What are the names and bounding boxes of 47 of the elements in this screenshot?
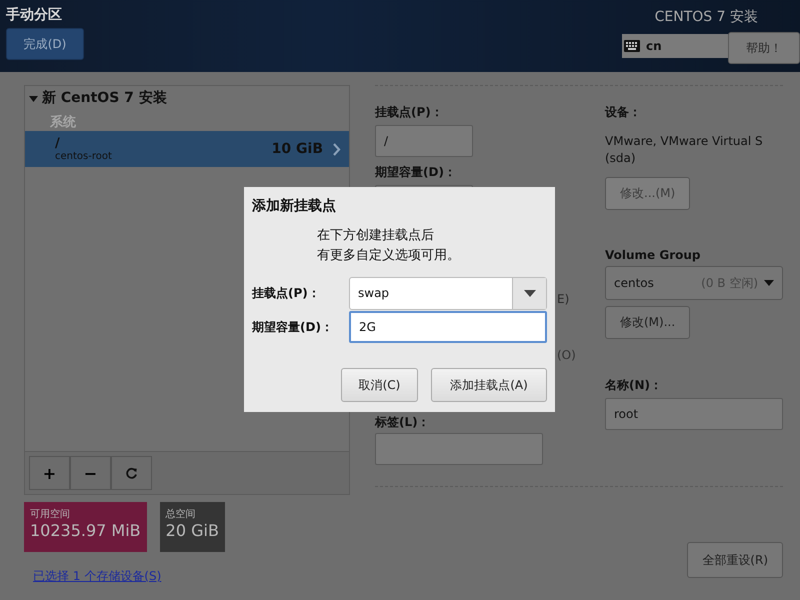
field-label: 期望容量(D)： bbox=[252, 318, 334, 336]
field-label: 标签(L)： bbox=[375, 414, 430, 431]
device-text: (sda) bbox=[605, 150, 637, 167]
option-fragment: E) bbox=[557, 292, 570, 306]
dialog-message: 在下方创建挂载点后 bbox=[317, 227, 435, 245]
cancel-button[interactable]: 取消(C) bbox=[341, 368, 418, 402]
space-value: 20 GiB bbox=[166, 521, 219, 540]
modify-volume-group-button[interactable]: 修改(M)... bbox=[605, 306, 690, 339]
mount-point-combo[interactable]: swap bbox=[349, 276, 547, 310]
name-field[interactable]: root bbox=[605, 398, 783, 430]
field-label: 设备： bbox=[605, 104, 641, 121]
space-label: 可用空间 bbox=[30, 508, 71, 521]
chevron-icon bbox=[333, 142, 341, 156]
refresh-icon bbox=[125, 466, 138, 480]
device-text: VMware, VMware Virtual S bbox=[605, 133, 763, 150]
field-label: 挂载点(P)： bbox=[375, 104, 443, 121]
mount-point: / bbox=[55, 136, 61, 151]
refresh-button[interactable] bbox=[111, 456, 152, 490]
add-mount-point-button[interactable]: 添加挂载点(A) bbox=[431, 368, 547, 402]
page-title: 手动分区 bbox=[6, 6, 63, 24]
option-fragment: (O) bbox=[557, 348, 576, 362]
field-label: 名称(N)： bbox=[605, 377, 662, 394]
label-field[interactable] bbox=[375, 433, 543, 465]
expanded-icon bbox=[29, 96, 38, 102]
reset-all-button[interactable]: 全部重设(R) bbox=[687, 542, 783, 578]
dialog-message: 有更多自定义选项可用。 bbox=[317, 247, 461, 265]
done-button[interactable]: 完成(D) bbox=[6, 28, 84, 60]
dialog-title: 添加新挂载点 bbox=[252, 197, 337, 215]
keyboard-layout-field[interactable]: cn bbox=[622, 34, 728, 58]
capacity-field[interactable]: 2G bbox=[348, 311, 547, 343]
remove-button[interactable]: − bbox=[70, 456, 111, 490]
dropdown-arrow-icon bbox=[524, 290, 536, 296]
tree-expander[interactable]: 新 CentOS 7 安装 bbox=[25, 86, 349, 110]
add-button[interactable]: + bbox=[29, 456, 70, 490]
field-label: Volume Group bbox=[605, 248, 700, 262]
field-label: 挂载点(P)： bbox=[252, 284, 321, 302]
device-name: centos-root bbox=[55, 151, 113, 162]
dropdown-arrow-icon bbox=[764, 280, 774, 286]
storage-device-link[interactable]: 已选择 1 个存储设备(S) bbox=[33, 568, 162, 585]
partition-size: 10 GiB bbox=[272, 141, 323, 157]
field-label: 期望容量(D)： bbox=[375, 164, 456, 181]
space-label: 总空间 bbox=[166, 508, 197, 521]
keyboard-icon bbox=[624, 40, 640, 52]
product-title: CENTOS 7 安装 bbox=[654, 8, 758, 26]
help-button[interactable]: 帮助！ bbox=[728, 32, 800, 64]
mount-point-field[interactable]: / bbox=[375, 125, 473, 157]
space-value: 10235.97 MiB bbox=[30, 521, 141, 540]
